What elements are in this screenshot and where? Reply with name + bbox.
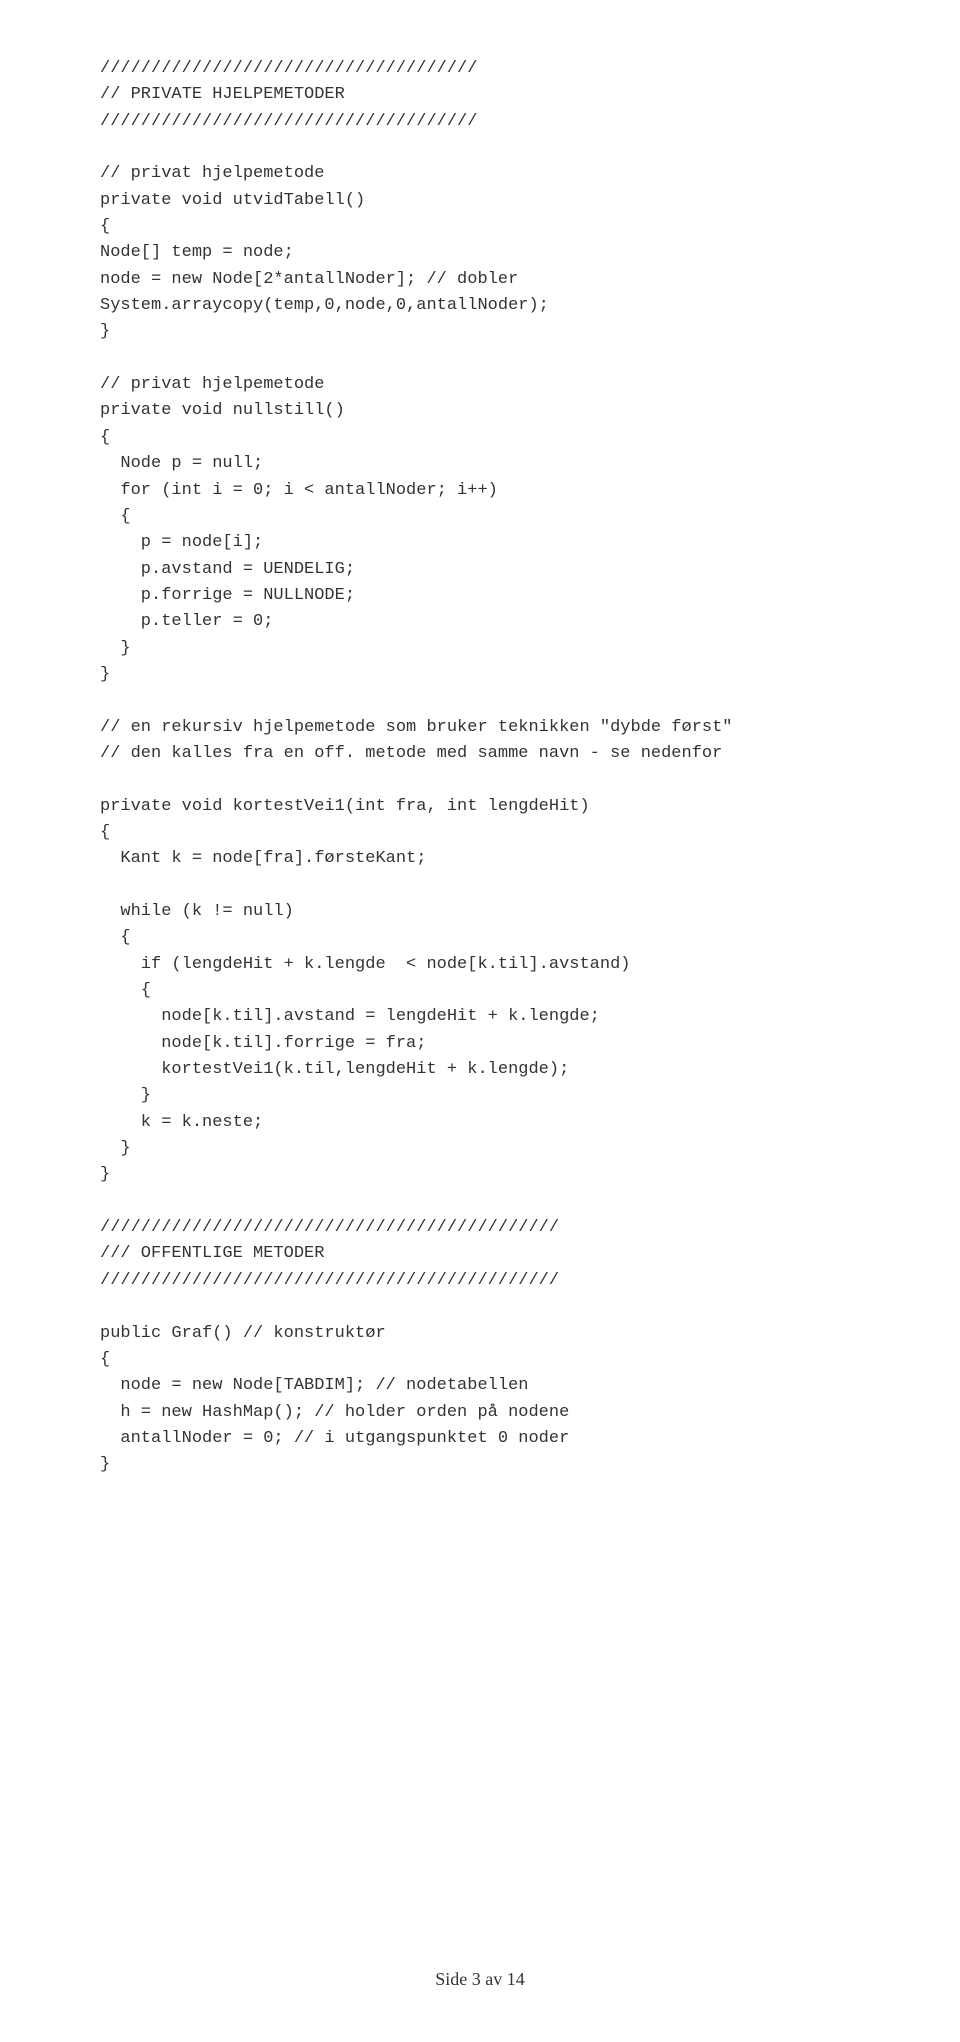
document-page: ///////////////////////////////////// //… xyxy=(0,0,960,2042)
page-footer: Side 3 av 14 xyxy=(0,1966,960,1994)
code-listing: ///////////////////////////////////// //… xyxy=(100,56,860,1479)
